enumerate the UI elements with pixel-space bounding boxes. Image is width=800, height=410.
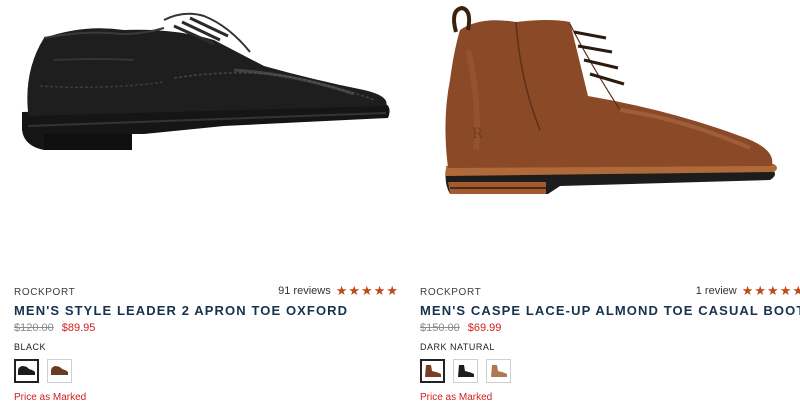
sale-price: $69.99 [467, 322, 502, 334]
review-count[interactable]: 1 review [696, 285, 737, 297]
selected-color-label: DARK NATURAL [420, 342, 495, 352]
reviews-summary[interactable]: 1 review ★ ★ ★ ★ ★ [696, 284, 800, 297]
swatch-black[interactable] [453, 359, 478, 383]
star-icon: ★ [779, 283, 792, 298]
star-icon: ★ [335, 283, 348, 298]
color-swatches [14, 359, 72, 383]
black-shoe-icon [18, 366, 35, 375]
selected-color-label: BLACK [14, 342, 47, 352]
product-image-boot[interactable]: R [420, 0, 800, 260]
star-icon: ★ [767, 283, 779, 298]
price-note: Price as Marked [420, 392, 493, 403]
star-icon: ★ [373, 283, 386, 298]
swatch-tan[interactable] [486, 359, 511, 383]
color-swatches [420, 359, 511, 383]
product-title[interactable]: MEN'S CASPE LACE-UP ALMOND TOE CASUAL BO… [420, 303, 800, 318]
star-icon: ★ [386, 283, 398, 298]
sale-price: $89.95 [61, 322, 96, 334]
price-block: $120.00 $89.95 [14, 322, 95, 334]
star-icon: ★ [741, 283, 754, 298]
brand-label: ROCKPORT [14, 287, 76, 298]
black-boot-icon [458, 365, 474, 377]
review-count[interactable]: 91 reviews [278, 285, 331, 297]
star-icon: ★ [792, 283, 800, 298]
reviews-summary[interactable]: 91 reviews ★ ★ ★ ★ ★ [278, 284, 398, 297]
tan-boot-icon [491, 365, 507, 377]
star-rating: ★ ★ ★ ★ ★ [336, 284, 398, 297]
swatch-brown[interactable] [47, 359, 72, 383]
star-icon: ★ [754, 283, 767, 298]
brand-label: ROCKPORT [420, 287, 482, 298]
brown-shoe-icon [51, 366, 68, 375]
product-card-oxford[interactable]: ROCKPORT 91 reviews ★ ★ ★ ★ ★ MEN'S STYL… [14, 0, 398, 410]
dark-natural-boot-icon [425, 365, 441, 377]
product-grid: ROCKPORT 91 reviews ★ ★ ★ ★ ★ MEN'S STYL… [0, 0, 800, 410]
swatch-black[interactable] [14, 359, 39, 383]
star-icon: ★ [361, 283, 373, 298]
swatch-dark-natural[interactable] [420, 359, 445, 383]
original-price: $150.00 [420, 322, 460, 334]
product-card-boot[interactable]: R ROCKPORT 1 review ★ ★ ★ ★ ★ MEN'S CASP… [420, 0, 800, 410]
product-title[interactable]: MEN'S STYLE LEADER 2 APRON TOE OXFORD [14, 303, 348, 318]
original-price: $120.00 [14, 322, 54, 334]
star-rating: ★ ★ ★ ★ ★ [742, 284, 800, 297]
price-block: $150.00 $69.99 [420, 322, 501, 334]
price-note: Price as Marked [14, 392, 87, 403]
svg-text:R: R [472, 126, 483, 142]
product-image-oxford[interactable] [14, 0, 398, 260]
star-icon: ★ [348, 283, 361, 298]
